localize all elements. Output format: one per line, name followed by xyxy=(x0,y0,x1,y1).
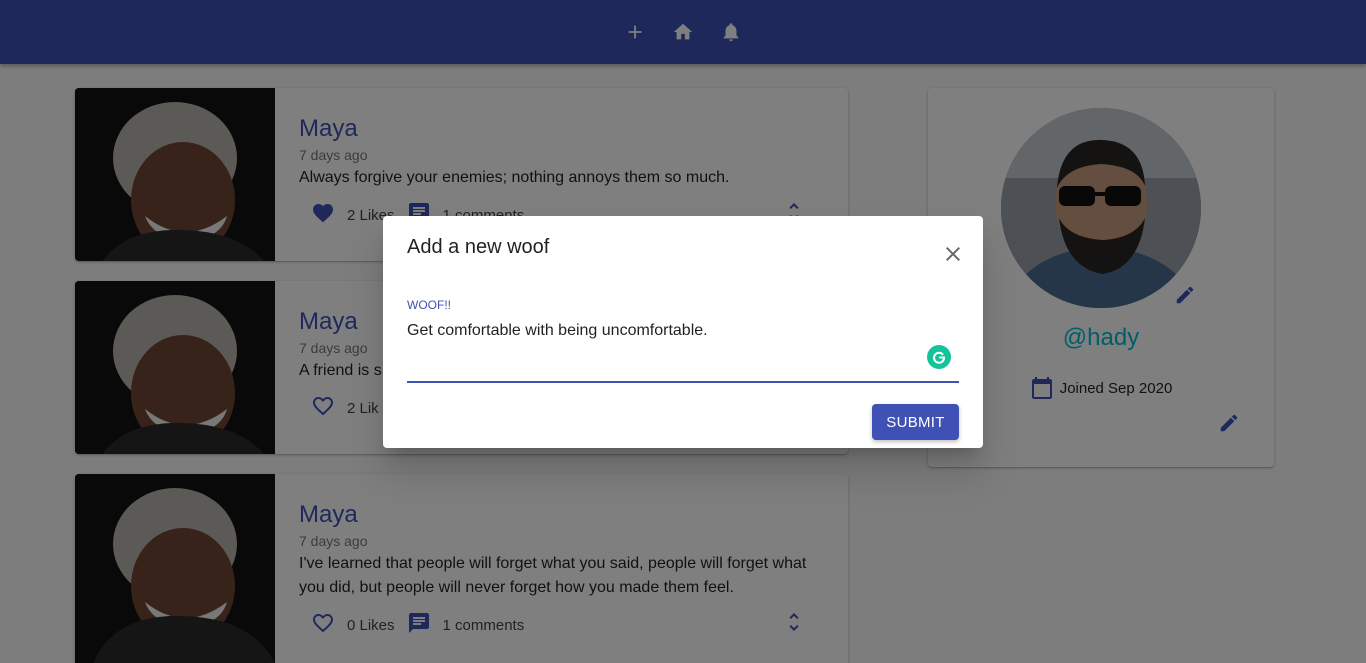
woof-input[interactable] xyxy=(407,322,947,340)
submit-button[interactable]: SUBMIT xyxy=(872,404,959,440)
close-icon xyxy=(946,247,960,261)
new-woof-dialog: Add a new woof WOOF!! SUBMIT xyxy=(383,216,983,448)
woof-field-label: WOOF!! xyxy=(407,298,451,312)
grammarly-button[interactable] xyxy=(927,345,951,369)
dialog-title: Add a new woof xyxy=(407,236,550,258)
woof-input-underline xyxy=(407,381,959,383)
grammarly-icon xyxy=(933,351,946,364)
close-dialog-button[interactable] xyxy=(941,242,965,266)
